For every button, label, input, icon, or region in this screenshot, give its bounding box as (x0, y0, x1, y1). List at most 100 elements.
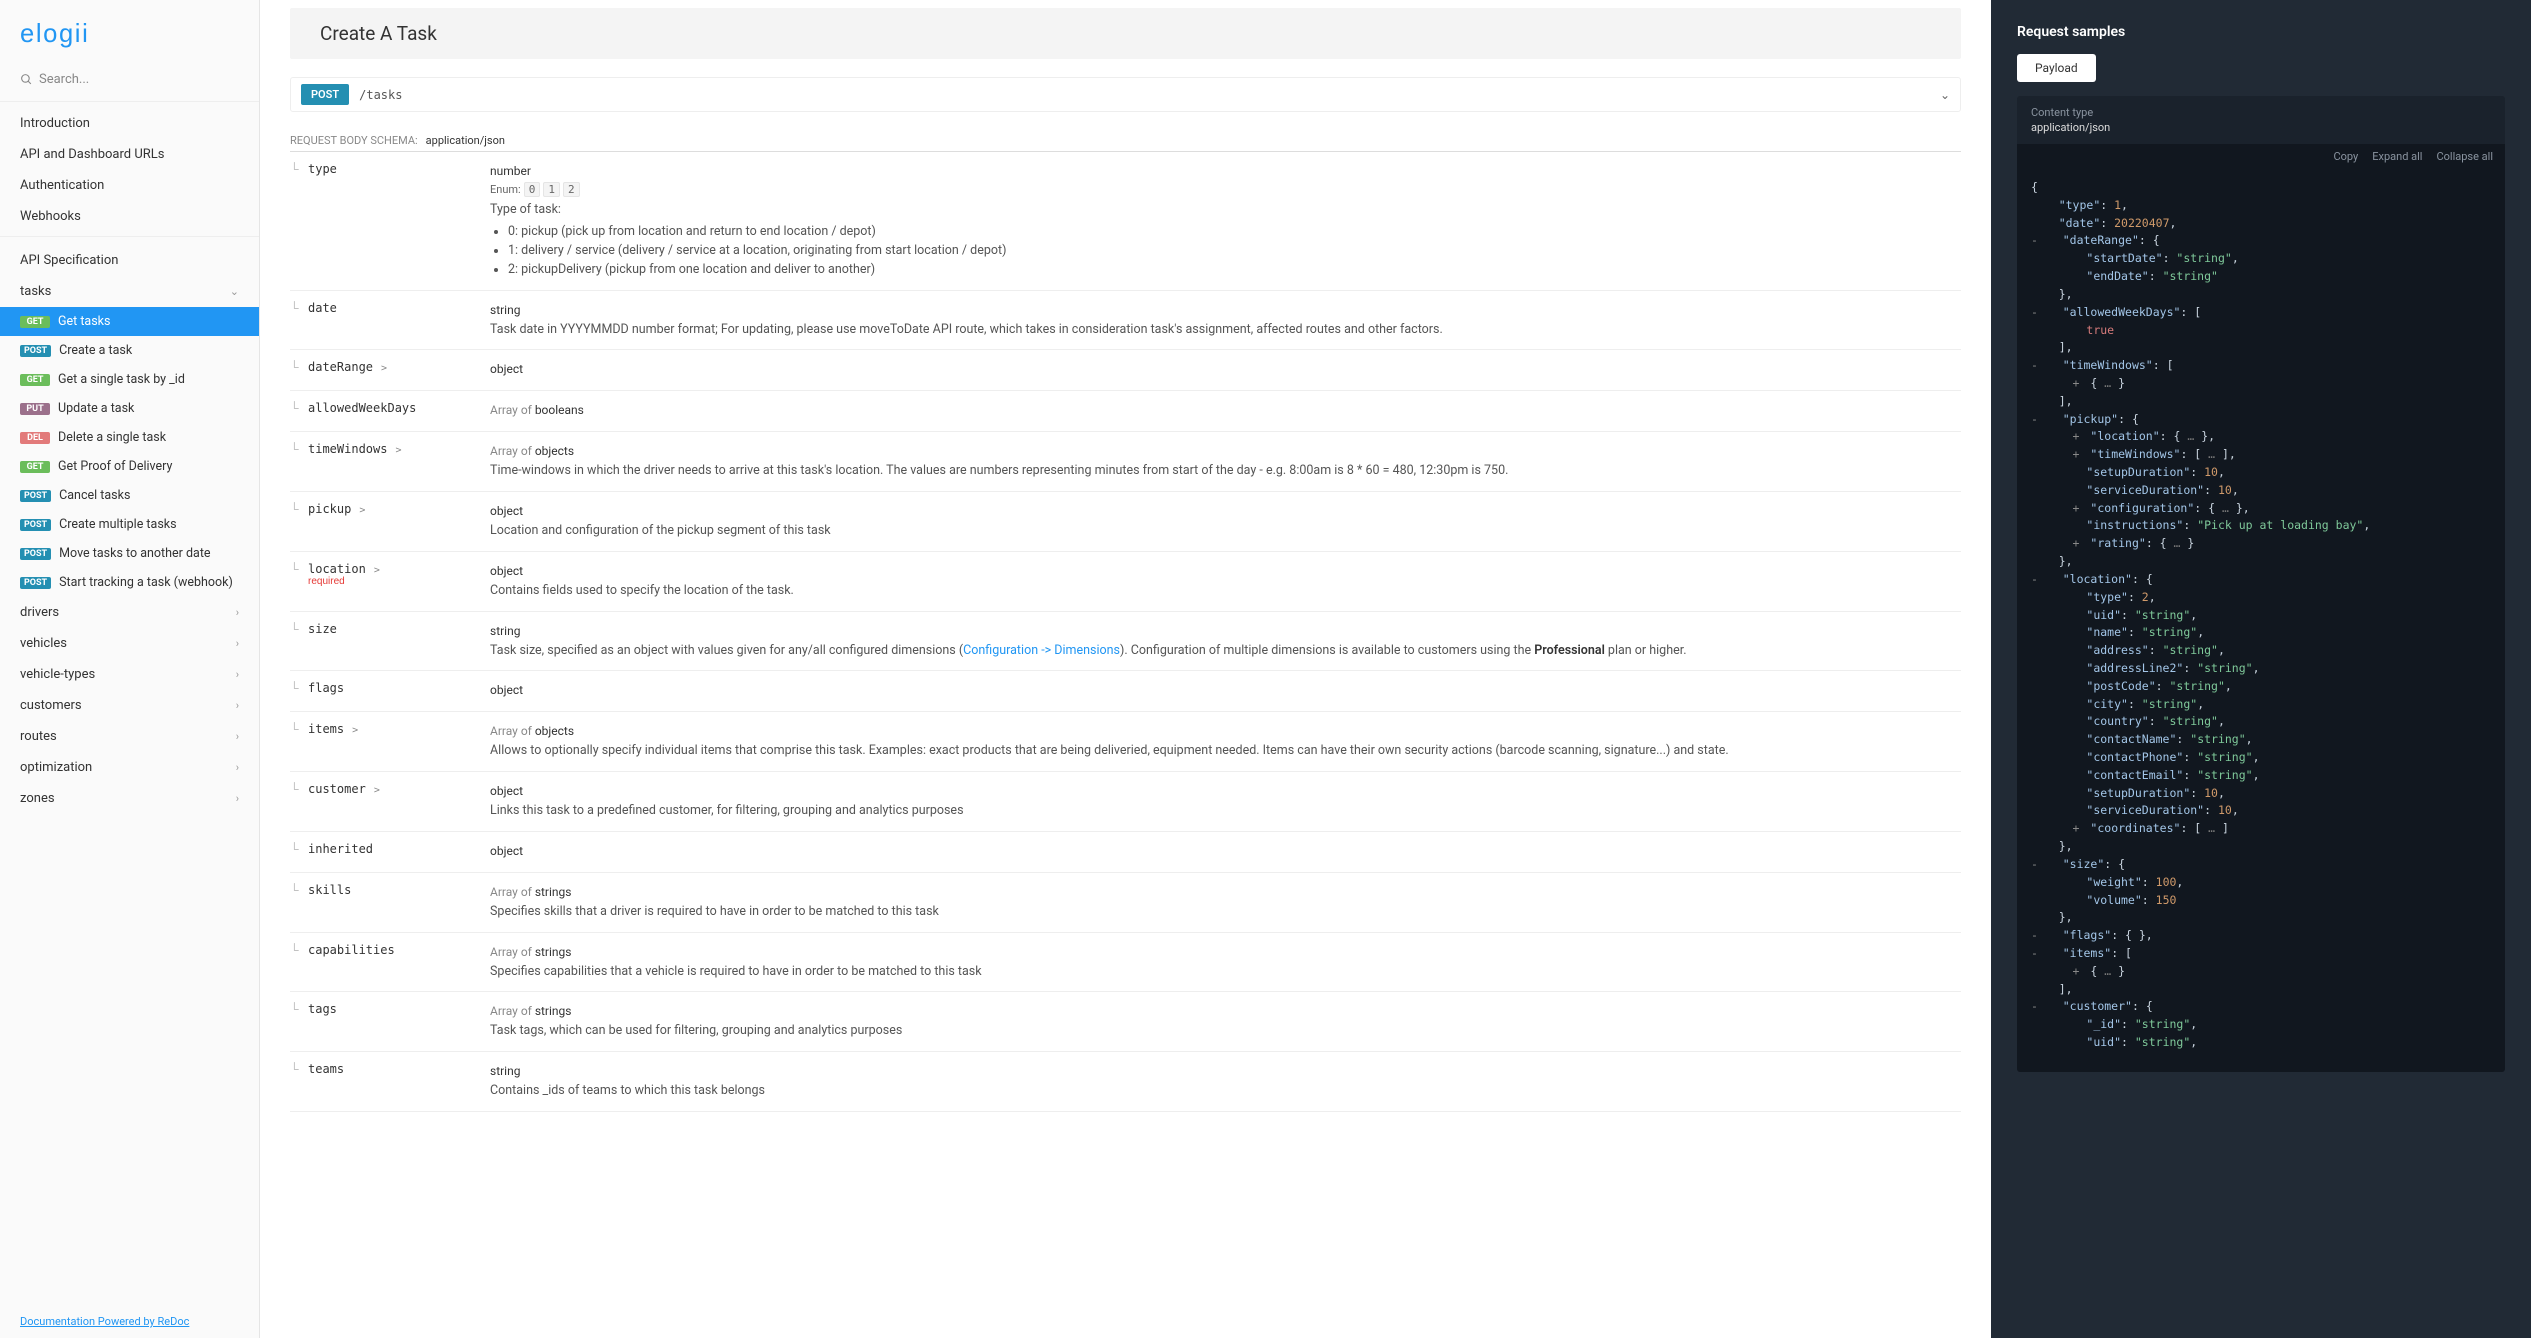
nav-task-item[interactable]: DELDelete a single task (0, 423, 259, 452)
param-row: datestringTask date in YYYYMMDD number f… (290, 291, 1961, 351)
param-name: skills (290, 883, 490, 922)
param-name[interactable]: location >required (290, 562, 490, 601)
param-name[interactable]: pickup > (290, 502, 490, 541)
method-badge: POST (20, 577, 51, 589)
param-row: dateRange >object (290, 350, 1961, 391)
http-method-badge: POST (301, 84, 349, 105)
method-badge: POST (20, 519, 51, 531)
param-name: inherited (290, 842, 490, 862)
param-row: skillsArray of stringsSpecifies skills t… (290, 873, 1961, 933)
collapse-all-button[interactable]: Collapse all (2436, 150, 2493, 163)
main-content: Create A Task POST /tasks ⌄ REQUEST BODY… (260, 0, 1991, 1338)
param-desc: object (490, 842, 1961, 862)
nav-task-item[interactable]: GETGet Proof of Delivery (0, 452, 259, 481)
chevron-right-icon: › (236, 761, 239, 774)
nav-item[interactable]: Webhooks (0, 201, 259, 232)
param-row: inheritedobject (290, 832, 1961, 873)
method-badge: PUT (20, 403, 50, 415)
search-input[interactable]: Search... (0, 64, 259, 102)
tab-payload[interactable]: Payload (2017, 54, 2096, 82)
nav-item[interactable]: zones› (0, 783, 259, 814)
method-badge: GET (20, 461, 50, 473)
nav-task-item[interactable]: GETGet tasks (0, 307, 259, 336)
footer-link[interactable]: Documentation Powered by ReDoc (0, 1305, 259, 1338)
param-row: sizestringTask size, specified as an obj… (290, 612, 1961, 672)
method-badge: GET (20, 316, 50, 328)
nav-task-item[interactable]: POSTStart tracking a task (webhook) (0, 568, 259, 597)
param-name: flags (290, 681, 490, 701)
method-badge: DEL (20, 432, 50, 444)
nav-item[interactable]: Authentication (0, 170, 259, 201)
nav-item[interactable]: optimization› (0, 752, 259, 783)
param-name[interactable]: dateRange > (290, 360, 490, 380)
nav-task-item[interactable]: GETGet a single task by _id (0, 365, 259, 394)
param-name: allowedWeekDays (290, 401, 490, 421)
svg-text:elogii: elogii (20, 20, 89, 48)
nav: IntroductionAPI and Dashboard URLsAuthen… (0, 102, 259, 1305)
endpoint-path: /tasks (359, 88, 402, 102)
param-name[interactable]: timeWindows > (290, 442, 490, 481)
nav-tasks[interactable]: tasks ⌄ (0, 276, 259, 307)
nav-item[interactable]: drivers› (0, 597, 259, 628)
nav-task-item[interactable]: POSTCancel tasks (0, 481, 259, 510)
param-name: size (290, 622, 490, 661)
param-desc: Array of booleans (490, 401, 1961, 421)
expand-all-button[interactable]: Expand all (2372, 150, 2422, 163)
schema-heading: REQUEST BODY SCHEMA: application/json (290, 134, 1961, 147)
param-row: capabilitiesArray of stringsSpecifies ca… (290, 933, 1961, 993)
param-row: items >Array of objectsAllows to optiona… (290, 712, 1961, 772)
param-desc: object (490, 681, 1961, 701)
json-tools: Copy Expand all Collapse all (2017, 144, 2505, 169)
param-row: tagsArray of stringsTask tags, which can… (290, 992, 1961, 1052)
param-desc: objectLocation and configuration of the … (490, 502, 1961, 541)
param-desc: stringContains _ids of teams to which th… (490, 1062, 1961, 1101)
nav-task-item[interactable]: POSTCreate multiple tasks (0, 510, 259, 539)
sidebar: elogii Search... IntroductionAPI and Das… (0, 0, 260, 1338)
nav-task-item[interactable]: POSTMove tasks to another date (0, 539, 259, 568)
param-row: pickup >objectLocation and configuration… (290, 492, 1961, 552)
copy-button[interactable]: Copy (2334, 150, 2359, 163)
param-desc: numberEnum:012Type of task:0: pickup (pi… (490, 162, 1961, 280)
nav-item[interactable]: Introduction (0, 108, 259, 139)
param-desc: objectContains fields used to specify th… (490, 562, 1961, 601)
param-desc: Array of stringsSpecifies skills that a … (490, 883, 1961, 922)
chevron-right-icon: › (236, 606, 239, 619)
nav-item[interactable]: routes› (0, 721, 259, 752)
param-row: teamsstringContains _ids of teams to whi… (290, 1052, 1961, 1112)
param-name: type (290, 162, 490, 280)
param-desc: Array of stringsSpecifies capabilities t… (490, 943, 1961, 982)
nav-api-spec: API Specification (0, 245, 259, 276)
chevron-down-icon: ⌄ (230, 285, 239, 298)
param-name: capabilities (290, 943, 490, 982)
content-type-box: Content type application/json (2017, 96, 2505, 144)
param-desc: Array of objectsAllows to optionally spe… (490, 722, 1961, 761)
method-badge: POST (20, 548, 51, 560)
param-desc: stringTask date in YYYYMMDD number forma… (490, 301, 1961, 340)
param-desc: objectLinks this task to a predefined cu… (490, 782, 1961, 821)
method-badge: GET (20, 374, 50, 386)
nav-item[interactable]: vehicle-types› (0, 659, 259, 690)
param-row: timeWindows >Array of objectsTime-window… (290, 432, 1961, 492)
chevron-right-icon: › (236, 637, 239, 650)
param-desc: Array of objectsTime-windows in which th… (490, 442, 1961, 481)
nav-item[interactable]: vehicles› (0, 628, 259, 659)
chevron-right-icon: › (236, 792, 239, 805)
param-name: date (290, 301, 490, 340)
param-desc: Array of stringsTask tags, which can be … (490, 1002, 1961, 1041)
param-name[interactable]: items > (290, 722, 490, 761)
param-desc: stringTask size, specified as an object … (490, 622, 1961, 661)
param-name[interactable]: customer > (290, 782, 490, 821)
nav-item[interactable]: API and Dashboard URLs (0, 139, 259, 170)
params-table: typenumberEnum:012Type of task:0: pickup… (290, 152, 1961, 1112)
chevron-right-icon: › (236, 699, 239, 712)
json-sample: { "type": 1, "date": 20220407, - "dateRa… (2017, 169, 2505, 1072)
param-row: location >requiredobjectContains fields … (290, 552, 1961, 612)
endpoint-bar[interactable]: POST /tasks ⌄ (290, 77, 1961, 112)
nav-task-item[interactable]: PUTUpdate a task (0, 394, 259, 423)
param-row: flagsobject (290, 671, 1961, 712)
nav-item[interactable]: customers› (0, 690, 259, 721)
chevron-right-icon: › (236, 730, 239, 743)
chevron-right-icon: › (236, 668, 239, 681)
nav-task-item[interactable]: POSTCreate a task (0, 336, 259, 365)
param-row: allowedWeekDaysArray of booleans (290, 391, 1961, 432)
